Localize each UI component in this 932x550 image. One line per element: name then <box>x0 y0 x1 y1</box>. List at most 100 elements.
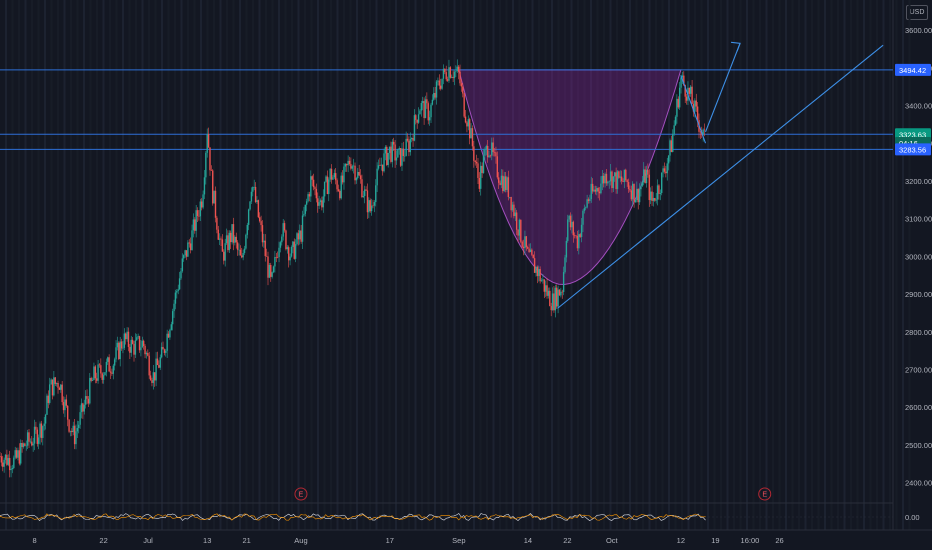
candle-body <box>625 169 627 181</box>
candle <box>547 287 550 299</box>
candle-body <box>259 217 261 222</box>
candle-body <box>120 341 123 349</box>
candle <box>165 348 167 357</box>
candle-body <box>549 290 551 307</box>
candle-body <box>221 239 224 252</box>
candle <box>176 289 178 299</box>
candle <box>28 429 30 448</box>
candle <box>98 363 101 368</box>
candle-body <box>297 233 300 240</box>
candle <box>412 133 414 147</box>
candle-body <box>119 341 121 360</box>
candle-body <box>109 371 112 373</box>
candle-body <box>196 210 199 217</box>
candle-body <box>466 122 468 127</box>
candle-body <box>279 242 282 248</box>
candle-body <box>21 442 23 447</box>
candle-body <box>339 190 341 199</box>
candle-body <box>696 106 699 121</box>
candle <box>20 439 22 466</box>
candle-body <box>199 201 202 217</box>
candle-body <box>643 169 645 183</box>
candle-body <box>524 236 526 249</box>
candle <box>556 284 558 309</box>
candle <box>189 237 192 254</box>
candle <box>196 207 199 223</box>
candle-body <box>608 181 610 182</box>
candle-body <box>31 441 33 446</box>
candle-body <box>680 77 682 88</box>
candle-body <box>169 329 171 338</box>
candle-body <box>351 166 353 169</box>
candle-body <box>420 102 423 111</box>
candle-body <box>688 87 691 94</box>
candle-body <box>456 66 458 72</box>
candle <box>321 196 323 211</box>
candle-body <box>274 256 276 267</box>
candle <box>40 420 43 443</box>
candle-body <box>343 166 345 183</box>
candle-body <box>50 379 52 385</box>
candle-body <box>43 423 45 427</box>
x-axis: 8 22 Jul 13 21 Aug 17 Sep 14 22 Oct 12 19 16:00 26 <box>32 536 783 545</box>
candle-body <box>65 399 68 406</box>
candle-body <box>207 134 210 148</box>
candle <box>187 240 189 257</box>
candle-body <box>384 146 387 154</box>
candle <box>296 231 298 246</box>
candle-body <box>662 168 664 173</box>
candle-body <box>388 146 391 153</box>
candle <box>416 119 418 129</box>
candle <box>475 154 478 169</box>
candle <box>464 109 467 124</box>
candle-body <box>666 163 668 174</box>
candle-body <box>423 101 425 119</box>
candle <box>424 95 427 119</box>
candle-body <box>198 216 200 217</box>
candle <box>391 139 394 168</box>
candle-body <box>361 179 363 198</box>
candle <box>249 200 251 211</box>
price-chart[interactable]: 3600.003500.003400.003300.003200.003100.… <box>0 0 932 550</box>
candle-body <box>250 191 253 202</box>
candle-body <box>481 165 483 174</box>
candle-body <box>500 175 503 185</box>
candle-body <box>598 191 601 194</box>
candle-body <box>464 116 467 123</box>
candle-body <box>387 152 389 165</box>
candle <box>468 117 471 145</box>
candle <box>79 405 81 429</box>
candle <box>133 341 135 362</box>
candle-body <box>446 79 449 81</box>
candle-body <box>412 137 414 141</box>
candle-body <box>246 224 248 235</box>
candle-body <box>670 140 673 152</box>
candle-body <box>71 430 73 433</box>
candle-body <box>225 235 228 244</box>
candle-body <box>36 429 38 444</box>
grid <box>5 0 911 530</box>
candle <box>250 187 253 204</box>
candle-body <box>601 175 604 184</box>
candle-body <box>636 188 638 201</box>
candle <box>658 183 660 200</box>
candle-body <box>166 333 168 351</box>
candle-body <box>241 255 243 258</box>
candle-body <box>4 454 7 460</box>
candle <box>334 167 337 185</box>
candle-body <box>61 384 63 403</box>
candle-body <box>486 145 489 158</box>
x-tick-label: 12 <box>677 536 685 545</box>
candle <box>379 157 381 166</box>
candle-body <box>359 175 362 180</box>
candle-body <box>20 442 22 464</box>
candle-body <box>260 221 262 226</box>
candle-body <box>283 223 286 231</box>
candle-body <box>53 377 55 396</box>
candle-body <box>203 177 206 195</box>
candle <box>137 333 139 340</box>
candle <box>163 348 166 356</box>
candle-body <box>539 269 541 282</box>
candle-body <box>131 339 134 344</box>
candle <box>666 157 668 181</box>
